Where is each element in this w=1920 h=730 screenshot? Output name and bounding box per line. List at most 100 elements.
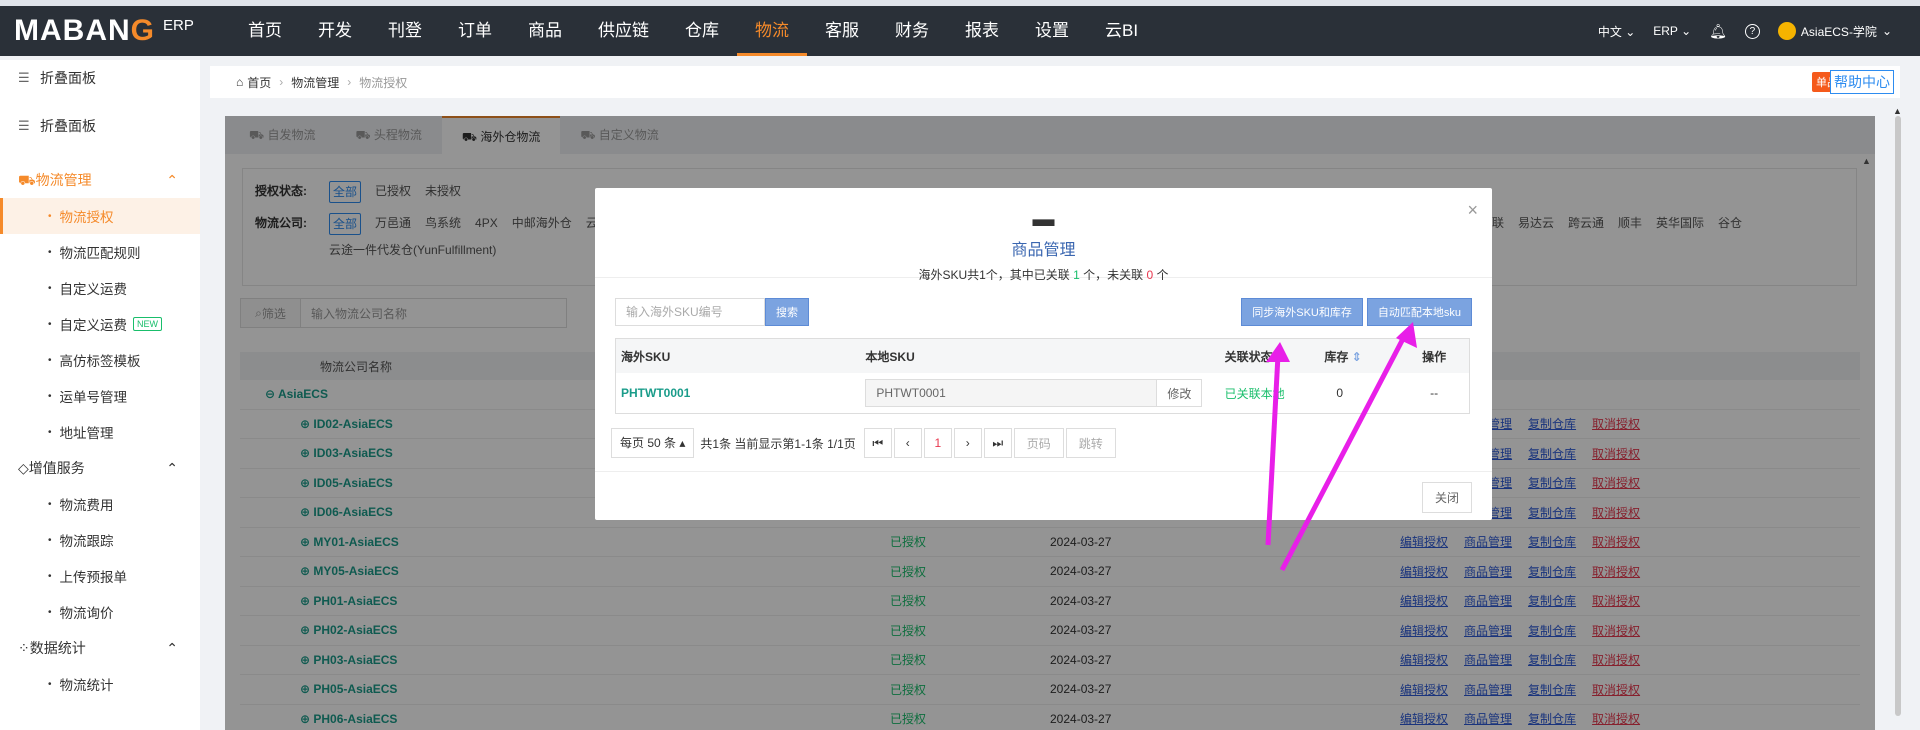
- last-page-button[interactable]: ⏭︎: [983, 428, 1012, 458]
- sidebar-group-stats[interactable]: ⁘数据统计 ⌃: [0, 630, 200, 666]
- crumb-separator: ›: [279, 75, 284, 89]
- sidebar-item-match-rules[interactable]: • 物流匹配规则: [0, 234, 200, 270]
- menu-supply[interactable]: 供应链: [580, 6, 667, 56]
- auto-match-sku-button[interactable]: 自动匹配本地sku: [1366, 298, 1472, 326]
- bell-icon[interactable]: 🔔︎: [1709, 23, 1727, 40]
- sku-search-button[interactable]: 搜索: [765, 298, 809, 326]
- nav-right: 中文 ⌄ ERP ⌄ 🔔︎ ? AsiaECS-学院 ⌄: [1598, 6, 1892, 56]
- menu-orders[interactable]: 订单: [440, 6, 510, 56]
- page-size-label: 每页 50 条: [620, 436, 677, 450]
- menu-warehouse[interactable]: 仓库: [667, 6, 737, 56]
- sidebar-item-custom-fee-new[interactable]: • 自定义运费 NEW: [0, 306, 200, 342]
- next-page-button[interactable]: ›: [953, 428, 982, 458]
- scrollbar-inner[interactable]: ▲: [1862, 156, 1872, 730]
- language-select[interactable]: 中文 ⌄: [1598, 23, 1635, 40]
- help-center-button[interactable]: 帮助中心: [1830, 70, 1894, 94]
- page-size-select[interactable]: 每页 50 条 ▴: [611, 428, 695, 458]
- close-icon[interactable]: ×: [1467, 200, 1478, 221]
- sku-search: 输入海外SKU编号 搜索: [615, 298, 809, 326]
- menu-listing[interactable]: 刊登: [370, 6, 440, 56]
- user-menu[interactable]: AsiaECS-学院 ⌄: [1777, 22, 1892, 40]
- sku-search-input[interactable]: 输入海外SKU编号: [615, 298, 765, 326]
- modal-summary: 海外SKU共1个，其中已关联 1 个，未关联 0 个: [595, 266, 1492, 283]
- header-ops: 操作: [1422, 349, 1447, 364]
- modal-footer: 关闭: [595, 471, 1492, 520]
- chevron-up-icon: ⌃: [166, 639, 178, 656]
- erp-select[interactable]: ERP ⌄: [1653, 24, 1691, 38]
- sync-sku-stock-button[interactable]: 同步海外SKU和库存: [1241, 298, 1363, 326]
- avatar: [1777, 22, 1796, 40]
- modal-actions: 同步海外SKU和库存 自动匹配本地sku: [1241, 298, 1472, 326]
- menu-finance[interactable]: 财务: [877, 6, 947, 56]
- sidebar-item-tracking-numbers[interactable]: • 运单号管理: [0, 378, 200, 414]
- item-label: 物流跟踪: [59, 534, 114, 549]
- chevron-up-icon: ⌃: [166, 459, 178, 476]
- sidebar-item-label-template[interactable]: • 高仿标签模板: [0, 342, 200, 378]
- group-label: 增值服务: [28, 460, 85, 476]
- menu-cloud-bi[interactable]: 云BI: [1087, 6, 1156, 56]
- sidebar: ☰ 折叠面板 ☰ 折叠面板 ⛟物流管理 ⌃ • 物流授权 • 物流匹配规则 • 自定义运费 …: [0, 60, 200, 730]
- item-label: 物流匹配规则: [59, 246, 141, 261]
- group-label: 数据统计: [29, 640, 86, 656]
- edit-sku-button[interactable]: 修改: [1156, 380, 1202, 406]
- menu-lines-icon: ☰: [18, 118, 30, 133]
- crumb-logistics[interactable]: 物流管理: [291, 74, 339, 91]
- menu-settings[interactable]: 设置: [1017, 6, 1087, 56]
- sidebar-item-address[interactable]: • 地址管理: [0, 414, 200, 450]
- item-label: 物流询价: [59, 606, 114, 621]
- user-name: AsiaECS-学院: [1800, 24, 1877, 39]
- close-button[interactable]: 关闭: [1421, 482, 1472, 513]
- header-label: 关联状态: [1224, 349, 1273, 364]
- summary-part: 海外SKU共1个，其中已关联: [918, 268, 1074, 282]
- modal-header: ▬ 商品管理 海外SKU共1个，其中已关联 1 个，未关联 0 个: [595, 188, 1492, 282]
- collapse-label: 折叠面板: [40, 118, 96, 134]
- home-icon: ⌂: [236, 75, 244, 89]
- collapse-panel-2[interactable]: ☰ 折叠面板: [0, 108, 200, 144]
- goto-page-input[interactable]: 页码: [1013, 428, 1064, 458]
- sidebar-item-upload-forecast[interactable]: • 上传预报单: [0, 558, 200, 594]
- menu-logistics[interactable]: 物流: [737, 6, 807, 56]
- summary-part: 个: [1153, 268, 1169, 282]
- main-menu: 首页 开发 刊登 订单 商品 供应链 仓库 物流 客服 财务 报表 设置 云BI: [230, 6, 1156, 56]
- overseas-sku: PHTWT0001: [621, 386, 691, 400]
- crumb-home[interactable]: 首页: [247, 74, 271, 91]
- item-label: 物流授权: [59, 210, 114, 225]
- diamond-icon: ◇: [18, 460, 29, 476]
- sku-table: 海外SKU 本地SKU 关联状态 ⇕ 库存 ⇕ 操作 PHTWT0001 PHT…: [615, 338, 1470, 414]
- menu-lines-icon: ☰: [18, 70, 30, 85]
- sidebar-group-logistics[interactable]: ⛟物流管理 ⌃: [0, 162, 200, 198]
- help-icon[interactable]: ?: [1744, 23, 1760, 39]
- page-info: 共1条 当前显示第1-1条 1/1页: [700, 436, 856, 451]
- menu-home[interactable]: 首页: [230, 6, 300, 56]
- item-label: 高仿标签模板: [59, 354, 141, 369]
- local-sku-value: PHTWT0001: [876, 386, 946, 400]
- sidebar-item-stats[interactable]: • 物流统计: [0, 666, 200, 702]
- menu-reports[interactable]: 报表: [947, 6, 1017, 56]
- chevron-down-icon: ⌄: [1625, 24, 1636, 39]
- logo-erp: ERP: [163, 16, 194, 34]
- menu-develop[interactable]: 开发: [300, 6, 370, 56]
- table-row: PHTWT0001 PHTWT0001 修改 已关联本地 0 --: [616, 373, 1469, 413]
- menu-service[interactable]: 客服: [807, 6, 877, 56]
- prev-page-button[interactable]: ‹: [893, 428, 922, 458]
- first-page-button[interactable]: ⏮︎: [863, 428, 892, 458]
- goto-page-button[interactable]: 跳转: [1065, 428, 1116, 458]
- local-sku-field[interactable]: PHTWT0001 修改: [865, 379, 1203, 407]
- scrollbar[interactable]: ▲: [1893, 106, 1903, 730]
- sidebar-item-tracking[interactable]: • 物流跟踪: [0, 522, 200, 558]
- page-number[interactable]: 1: [923, 428, 952, 458]
- header-link-status[interactable]: 关联状态 ⇕: [1225, 348, 1325, 365]
- sku-table-header: 海外SKU 本地SKU 关联状态 ⇕ 库存 ⇕ 操作: [616, 339, 1469, 373]
- sidebar-item-fees[interactable]: • 物流费用: [0, 486, 200, 522]
- header-stock[interactable]: 库存 ⇕: [1324, 348, 1399, 365]
- item-label: 上传预报单: [59, 570, 128, 585]
- logo: MABANG ERP: [0, 14, 230, 48]
- sidebar-item-inquiry[interactable]: • 物流询价: [0, 594, 200, 630]
- grid-icon: ⁘: [18, 640, 30, 656]
- sidebar-item-custom-fee[interactable]: • 自定义运费: [0, 270, 200, 306]
- sidebar-item-logistics-auth[interactable]: • 物流授权: [0, 198, 200, 234]
- sidebar-group-value-added[interactable]: ◇增值服务 ⌃: [0, 450, 200, 486]
- box-icon: ▬: [1032, 206, 1055, 231]
- menu-products[interactable]: 商品: [510, 6, 580, 56]
- collapse-panel-1[interactable]: ☰ 折叠面板: [0, 60, 200, 96]
